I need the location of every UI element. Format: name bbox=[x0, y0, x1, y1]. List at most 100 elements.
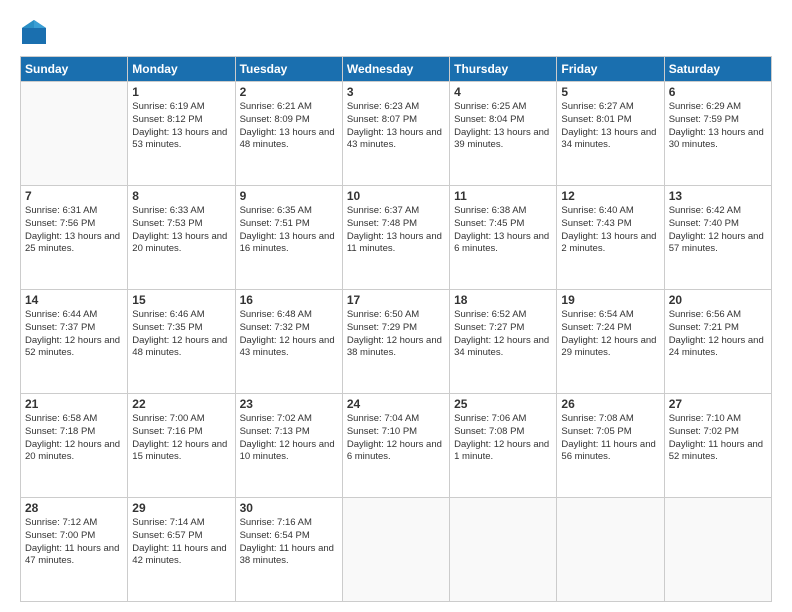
day-number: 12 bbox=[561, 189, 659, 203]
calendar-cell bbox=[450, 498, 557, 602]
header bbox=[20, 18, 772, 46]
day-info: Sunrise: 6:27 AMSunset: 8:01 PMDaylight:… bbox=[561, 101, 656, 150]
calendar-cell: 19 Sunrise: 6:54 AMSunset: 7:24 PMDaylig… bbox=[557, 290, 664, 394]
day-info: Sunrise: 6:58 AMSunset: 7:18 PMDaylight:… bbox=[25, 413, 120, 462]
day-number: 4 bbox=[454, 85, 552, 99]
day-info: Sunrise: 7:14 AMSunset: 6:57 PMDaylight:… bbox=[132, 517, 226, 566]
day-info: Sunrise: 6:37 AMSunset: 7:48 PMDaylight:… bbox=[347, 205, 442, 254]
week-row-1: 1 Sunrise: 6:19 AMSunset: 8:12 PMDayligh… bbox=[21, 82, 772, 186]
calendar-cell: 9 Sunrise: 6:35 AMSunset: 7:51 PMDayligh… bbox=[235, 186, 342, 290]
day-info: Sunrise: 6:38 AMSunset: 7:45 PMDaylight:… bbox=[454, 205, 549, 254]
calendar-table: SundayMondayTuesdayWednesdayThursdayFrid… bbox=[20, 56, 772, 602]
day-info: Sunrise: 7:16 AMSunset: 6:54 PMDaylight:… bbox=[240, 517, 334, 566]
day-number: 3 bbox=[347, 85, 445, 99]
day-info: Sunrise: 6:56 AMSunset: 7:21 PMDaylight:… bbox=[669, 309, 764, 358]
day-number: 18 bbox=[454, 293, 552, 307]
day-number: 26 bbox=[561, 397, 659, 411]
calendar-cell: 14 Sunrise: 6:44 AMSunset: 7:37 PMDaylig… bbox=[21, 290, 128, 394]
calendar-cell bbox=[342, 498, 449, 602]
day-number: 2 bbox=[240, 85, 338, 99]
day-info: Sunrise: 6:25 AMSunset: 8:04 PMDaylight:… bbox=[454, 101, 549, 150]
day-number: 29 bbox=[132, 501, 230, 515]
day-info: Sunrise: 7:00 AMSunset: 7:16 PMDaylight:… bbox=[132, 413, 227, 462]
page: SundayMondayTuesdayWednesdayThursdayFrid… bbox=[0, 0, 792, 612]
day-number: 8 bbox=[132, 189, 230, 203]
day-number: 10 bbox=[347, 189, 445, 203]
week-row-5: 28 Sunrise: 7:12 AMSunset: 7:00 PMDaylig… bbox=[21, 498, 772, 602]
weekday-header-wednesday: Wednesday bbox=[342, 57, 449, 82]
weekday-header-saturday: Saturday bbox=[664, 57, 771, 82]
day-number: 30 bbox=[240, 501, 338, 515]
calendar-cell: 11 Sunrise: 6:38 AMSunset: 7:45 PMDaylig… bbox=[450, 186, 557, 290]
calendar-cell: 6 Sunrise: 6:29 AMSunset: 7:59 PMDayligh… bbox=[664, 82, 771, 186]
calendar-cell: 30 Sunrise: 7:16 AMSunset: 6:54 PMDaylig… bbox=[235, 498, 342, 602]
calendar-cell: 5 Sunrise: 6:27 AMSunset: 8:01 PMDayligh… bbox=[557, 82, 664, 186]
day-number: 25 bbox=[454, 397, 552, 411]
day-number: 20 bbox=[669, 293, 767, 307]
calendar-cell: 15 Sunrise: 6:46 AMSunset: 7:35 PMDaylig… bbox=[128, 290, 235, 394]
day-info: Sunrise: 7:06 AMSunset: 7:08 PMDaylight:… bbox=[454, 413, 549, 462]
calendar-cell: 12 Sunrise: 6:40 AMSunset: 7:43 PMDaylig… bbox=[557, 186, 664, 290]
calendar-cell: 21 Sunrise: 6:58 AMSunset: 7:18 PMDaylig… bbox=[21, 394, 128, 498]
day-info: Sunrise: 6:50 AMSunset: 7:29 PMDaylight:… bbox=[347, 309, 442, 358]
day-info: Sunrise: 6:52 AMSunset: 7:27 PMDaylight:… bbox=[454, 309, 549, 358]
day-number: 17 bbox=[347, 293, 445, 307]
calendar-cell: 20 Sunrise: 6:56 AMSunset: 7:21 PMDaylig… bbox=[664, 290, 771, 394]
day-number: 24 bbox=[347, 397, 445, 411]
calendar-cell: 4 Sunrise: 6:25 AMSunset: 8:04 PMDayligh… bbox=[450, 82, 557, 186]
day-info: Sunrise: 6:33 AMSunset: 7:53 PMDaylight:… bbox=[132, 205, 227, 254]
day-info: Sunrise: 7:02 AMSunset: 7:13 PMDaylight:… bbox=[240, 413, 335, 462]
day-info: Sunrise: 6:54 AMSunset: 7:24 PMDaylight:… bbox=[561, 309, 656, 358]
calendar-cell: 22 Sunrise: 7:00 AMSunset: 7:16 PMDaylig… bbox=[128, 394, 235, 498]
weekday-header-row: SundayMondayTuesdayWednesdayThursdayFrid… bbox=[21, 57, 772, 82]
day-number: 28 bbox=[25, 501, 123, 515]
day-number: 23 bbox=[240, 397, 338, 411]
day-number: 7 bbox=[25, 189, 123, 203]
day-number: 27 bbox=[669, 397, 767, 411]
calendar-cell: 23 Sunrise: 7:02 AMSunset: 7:13 PMDaylig… bbox=[235, 394, 342, 498]
day-number: 1 bbox=[132, 85, 230, 99]
calendar-cell: 24 Sunrise: 7:04 AMSunset: 7:10 PMDaylig… bbox=[342, 394, 449, 498]
calendar-cell: 27 Sunrise: 7:10 AMSunset: 7:02 PMDaylig… bbox=[664, 394, 771, 498]
weekday-header-tuesday: Tuesday bbox=[235, 57, 342, 82]
day-info: Sunrise: 7:04 AMSunset: 7:10 PMDaylight:… bbox=[347, 413, 442, 462]
weekday-header-monday: Monday bbox=[128, 57, 235, 82]
calendar-cell: 17 Sunrise: 6:50 AMSunset: 7:29 PMDaylig… bbox=[342, 290, 449, 394]
day-info: Sunrise: 6:21 AMSunset: 8:09 PMDaylight:… bbox=[240, 101, 335, 150]
day-info: Sunrise: 6:31 AMSunset: 7:56 PMDaylight:… bbox=[25, 205, 120, 254]
calendar-cell bbox=[21, 82, 128, 186]
day-info: Sunrise: 6:35 AMSunset: 7:51 PMDaylight:… bbox=[240, 205, 335, 254]
day-info: Sunrise: 6:19 AMSunset: 8:12 PMDaylight:… bbox=[132, 101, 227, 150]
calendar-cell: 28 Sunrise: 7:12 AMSunset: 7:00 PMDaylig… bbox=[21, 498, 128, 602]
day-number: 22 bbox=[132, 397, 230, 411]
day-info: Sunrise: 6:48 AMSunset: 7:32 PMDaylight:… bbox=[240, 309, 335, 358]
calendar-cell bbox=[557, 498, 664, 602]
day-info: Sunrise: 7:08 AMSunset: 7:05 PMDaylight:… bbox=[561, 413, 655, 462]
day-number: 21 bbox=[25, 397, 123, 411]
calendar-cell: 1 Sunrise: 6:19 AMSunset: 8:12 PMDayligh… bbox=[128, 82, 235, 186]
day-number: 13 bbox=[669, 189, 767, 203]
calendar-cell: 29 Sunrise: 7:14 AMSunset: 6:57 PMDaylig… bbox=[128, 498, 235, 602]
calendar-cell: 16 Sunrise: 6:48 AMSunset: 7:32 PMDaylig… bbox=[235, 290, 342, 394]
day-info: Sunrise: 6:29 AMSunset: 7:59 PMDaylight:… bbox=[669, 101, 764, 150]
calendar-cell: 7 Sunrise: 6:31 AMSunset: 7:56 PMDayligh… bbox=[21, 186, 128, 290]
day-info: Sunrise: 6:46 AMSunset: 7:35 PMDaylight:… bbox=[132, 309, 227, 358]
calendar-cell: 13 Sunrise: 6:42 AMSunset: 7:40 PMDaylig… bbox=[664, 186, 771, 290]
day-info: Sunrise: 7:10 AMSunset: 7:02 PMDaylight:… bbox=[669, 413, 763, 462]
day-number: 16 bbox=[240, 293, 338, 307]
day-number: 5 bbox=[561, 85, 659, 99]
weekday-header-thursday: Thursday bbox=[450, 57, 557, 82]
day-number: 11 bbox=[454, 189, 552, 203]
day-info: Sunrise: 6:40 AMSunset: 7:43 PMDaylight:… bbox=[561, 205, 656, 254]
calendar-cell: 18 Sunrise: 6:52 AMSunset: 7:27 PMDaylig… bbox=[450, 290, 557, 394]
week-row-4: 21 Sunrise: 6:58 AMSunset: 7:18 PMDaylig… bbox=[21, 394, 772, 498]
day-info: Sunrise: 6:44 AMSunset: 7:37 PMDaylight:… bbox=[25, 309, 120, 358]
weekday-header-friday: Friday bbox=[557, 57, 664, 82]
calendar-cell: 26 Sunrise: 7:08 AMSunset: 7:05 PMDaylig… bbox=[557, 394, 664, 498]
day-info: Sunrise: 6:42 AMSunset: 7:40 PMDaylight:… bbox=[669, 205, 764, 254]
day-info: Sunrise: 7:12 AMSunset: 7:00 PMDaylight:… bbox=[25, 517, 119, 566]
day-number: 6 bbox=[669, 85, 767, 99]
calendar-cell: 10 Sunrise: 6:37 AMSunset: 7:48 PMDaylig… bbox=[342, 186, 449, 290]
day-number: 15 bbox=[132, 293, 230, 307]
day-info: Sunrise: 6:23 AMSunset: 8:07 PMDaylight:… bbox=[347, 101, 442, 150]
